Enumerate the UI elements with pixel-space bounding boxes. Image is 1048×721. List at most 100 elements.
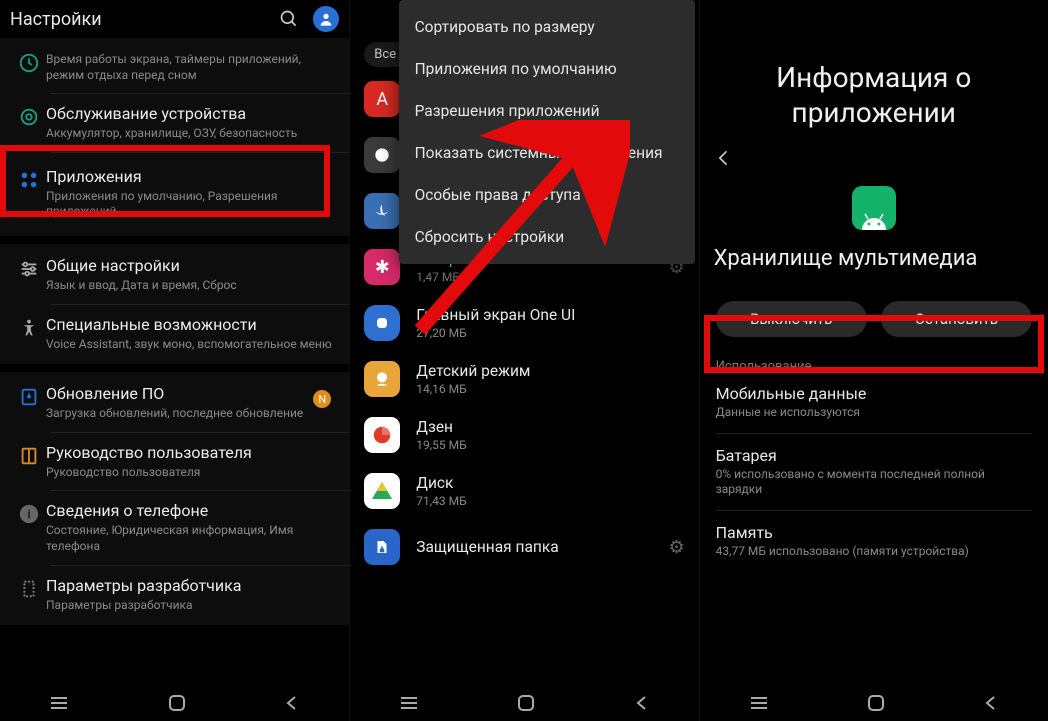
- chip-label: Все: [374, 47, 396, 62]
- setting-sub: Загрузка обновлений, последнее обновлени…: [46, 406, 335, 422]
- home-icon[interactable]: [168, 694, 186, 712]
- menu-show-system-apps[interactable]: Показать системные приложения: [399, 132, 695, 174]
- app-row[interactable]: Детский режим 14,16 МБ: [350, 351, 698, 407]
- app-size: 14,16 МБ: [416, 382, 684, 396]
- overflow-menu: Сортировать по размеру Приложения по умо…: [399, 0, 695, 264]
- setting-label: Специальные возможности: [46, 315, 335, 335]
- accessibility-icon: [18, 317, 40, 339]
- android-icon: [852, 186, 896, 230]
- setting-label: Общие настройки: [46, 256, 335, 276]
- back-icon[interactable]: [634, 695, 650, 711]
- settings-header: Настройки: [0, 0, 349, 38]
- force-stop-button[interactable]: Остановить: [881, 301, 1032, 337]
- avatar[interactable]: [313, 6, 339, 32]
- app-name: Хранилище мультимедиа: [700, 234, 1048, 281]
- info-battery[interactable]: Батарея 0% использовано с момента послед…: [700, 436, 1048, 508]
- update-icon: [18, 386, 40, 408]
- app-icon: [364, 529, 400, 565]
- info-label: Мобильные данные: [716, 384, 1032, 403]
- setting-sub: Состояние, Юридическая информация, Имя т…: [46, 523, 335, 554]
- info-memory[interactable]: Память 43,77 МБ использовано (памяти уст…: [700, 513, 1048, 570]
- app-size: 71,43 МБ: [416, 494, 684, 508]
- gear-icon[interactable]: ⚙: [668, 537, 684, 558]
- setting-label: Сведения о телефоне: [46, 501, 335, 521]
- setting-label: Приложения: [46, 167, 335, 187]
- app-row[interactable]: Диск 71,43 МБ: [350, 463, 698, 519]
- sliders-icon: [18, 258, 40, 280]
- setting-sub: Руководство пользователя: [46, 465, 335, 481]
- back-icon[interactable]: [983, 695, 999, 711]
- apps-list-screen: Все А А ВКонтакте 1,47 МБ ✱ Га: [349, 0, 698, 721]
- back-icon[interactable]: [714, 148, 1034, 168]
- app-icon: [364, 137, 400, 173]
- menu-app-permissions[interactable]: Разрешения приложений: [399, 90, 695, 132]
- app-info-screen: Информация о приложении Хранилище мульти…: [699, 0, 1048, 721]
- setting-sub: Параметры разработчика: [46, 598, 335, 614]
- info-sub: 0% использовано с момента последней полн…: [716, 467, 1032, 498]
- setting-apps[interactable]: Приложения Приложения по умолчанию, Разр…: [0, 153, 349, 234]
- app-icon: [364, 417, 400, 453]
- setting-sub: Приложения по умолчанию, Разрешения прил…: [46, 189, 335, 220]
- settings-list: Время работы экрана, таймеры приложений,…: [0, 38, 349, 625]
- setting-developer[interactable]: Параметры разработчика Параметры разрабо…: [0, 566, 349, 624]
- setting-sub: Язык и ввод, Дата и время, Сброс: [46, 278, 335, 294]
- apps-icon: [18, 169, 40, 191]
- menu-sort-by-size[interactable]: Сортировать по размеру: [399, 6, 695, 48]
- app-icon: ✱: [364, 249, 400, 285]
- svg-text:i: i: [27, 508, 30, 523]
- app-label: Главный экран One UI: [416, 306, 684, 324]
- setting-digital-wellbeing[interactable]: Время работы экрана, таймеры приложений,…: [0, 40, 349, 93]
- info-icon: i: [18, 503, 40, 525]
- code-icon: [18, 578, 40, 600]
- usage-list: Мобильные данные Данные не используются …: [700, 374, 1048, 569]
- setting-sub: Аккумулятор, хранилище, ОЗУ, безопасност…: [46, 126, 335, 142]
- page-title: Настройки: [10, 9, 279, 30]
- app-icon: А: [364, 81, 400, 117]
- app-size: 1,47 МБ: [416, 270, 668, 284]
- recent-apps-icon[interactable]: [49, 696, 69, 710]
- app-size: 27,20 МБ: [416, 326, 684, 340]
- page-title: Информация о приложении: [700, 60, 1048, 130]
- info-mobile-data[interactable]: Мобильные данные Данные не используются: [700, 374, 1048, 431]
- android-navbar: [0, 685, 349, 721]
- section-label: Использование: [700, 351, 1048, 374]
- setting-label: Параметры разработчика: [46, 576, 335, 596]
- info-sub: 43,77 МБ использовано (памяти устройства…: [716, 544, 1032, 560]
- app-label: Защищенная папка: [416, 538, 668, 556]
- app-row[interactable]: Главный экран One UI 27,20 МБ: [350, 295, 698, 351]
- settings-screen: Настройки Время работы экрана, таймеры п…: [0, 0, 349, 721]
- menu-special-access[interactable]: Особые права доступа: [399, 174, 695, 216]
- app-icon: [364, 193, 400, 229]
- info-label: Память: [716, 523, 1032, 542]
- menu-default-apps[interactable]: Приложения по умолчанию: [399, 48, 695, 90]
- setting-software-update[interactable]: Обновление ПО Загрузка обновлений, после…: [0, 374, 349, 432]
- app-label: Дзен: [416, 418, 684, 436]
- app-icon: [364, 305, 400, 341]
- disable-button[interactable]: Выключить: [716, 301, 867, 337]
- setting-sub: Voice Assistant, звук моно, вспомогатель…: [46, 337, 335, 353]
- search-icon[interactable]: [279, 9, 299, 29]
- setting-accessibility[interactable]: Специальные возможности Voice Assistant,…: [0, 305, 349, 363]
- back-icon[interactable]: [284, 695, 300, 711]
- setting-about-phone[interactable]: i Сведения о телефоне Состояние, Юридиче…: [0, 491, 349, 564]
- app-icon: [364, 361, 400, 397]
- android-navbar: [350, 685, 698, 721]
- app-size: 19,55 МБ: [416, 438, 684, 452]
- setting-label: Обслуживание устройства: [46, 104, 335, 124]
- recent-apps-icon[interactable]: [399, 696, 419, 710]
- app-row[interactable]: Защищенная папка ⚙: [350, 519, 698, 575]
- home-icon[interactable]: [517, 694, 535, 712]
- setting-device-care[interactable]: Обслуживание устройства Аккумулятор, хра…: [0, 94, 349, 152]
- setting-user-manual[interactable]: Руководство пользователя Руководство пол…: [0, 433, 349, 491]
- app-row[interactable]: Дзен 19,55 МБ: [350, 407, 698, 463]
- setting-label: Обновление ПО: [46, 384, 335, 404]
- device-care-icon: [18, 106, 40, 128]
- book-icon: [18, 445, 40, 467]
- info-label: Батарея: [716, 446, 1032, 465]
- recent-apps-icon[interactable]: [749, 696, 769, 710]
- menu-reset-settings[interactable]: Сбросить настройки: [399, 216, 695, 258]
- setting-sub: Время работы экрана, таймеры приложений,…: [46, 52, 335, 83]
- setting-general[interactable]: Общие настройки Язык и ввод, Дата и врем…: [0, 246, 349, 304]
- home-icon[interactable]: [867, 694, 885, 712]
- info-sub: Данные не используются: [716, 405, 1032, 421]
